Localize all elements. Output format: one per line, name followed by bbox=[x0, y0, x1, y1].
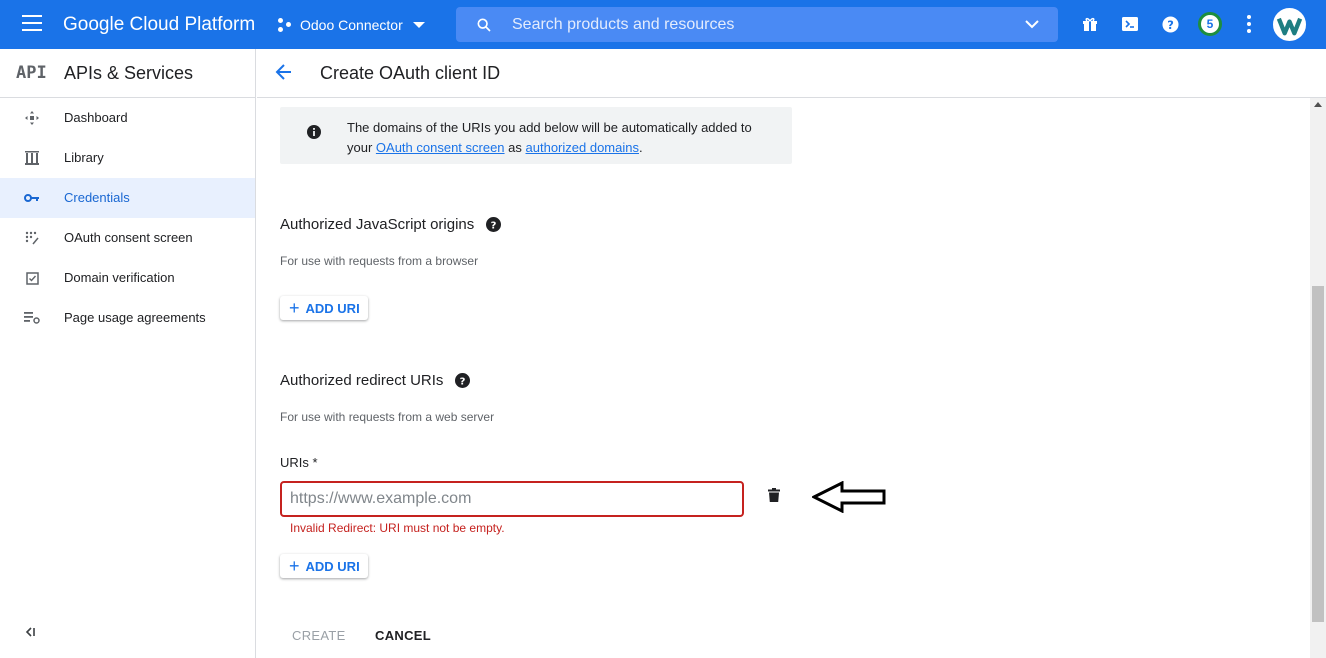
sidebar-title: APIs & Services bbox=[64, 63, 194, 83]
brand-title[interactable]: Google Cloud Platform bbox=[63, 14, 255, 36]
scrollbar-thumb[interactable] bbox=[1312, 286, 1324, 622]
sidebar: API APIs & Services Dashboard Library Cr… bbox=[0, 49, 256, 658]
project-dots-icon bbox=[278, 18, 292, 32]
library-icon bbox=[24, 150, 40, 166]
checkbox-icon bbox=[24, 270, 40, 286]
uri-error-message: Invalid Redirect: URI must not be empty. bbox=[290, 521, 505, 535]
sidebar-item-label: Library bbox=[64, 150, 104, 165]
sidebar-item-oauth-consent[interactable]: OAuth consent screen bbox=[0, 218, 255, 258]
svg-text:?: ? bbox=[491, 220, 497, 231]
collapse-sidebar-icon[interactable] bbox=[24, 625, 36, 640]
top-app-bar: Google Cloud Platform Odoo Connector ? 5 bbox=[0, 0, 1326, 49]
search-input[interactable] bbox=[512, 7, 1012, 42]
sidebar-item-label: Dashboard bbox=[64, 110, 128, 125]
sidebar-header: API APIs & Services bbox=[0, 49, 255, 98]
main-menu-icon[interactable] bbox=[22, 15, 42, 33]
chevron-down-icon[interactable] bbox=[1024, 18, 1040, 30]
uris-field-label: URIs * bbox=[280, 455, 318, 470]
help-icon[interactable]: ? bbox=[486, 217, 502, 232]
dashboard-icon bbox=[24, 110, 40, 126]
avatar[interactable] bbox=[1273, 8, 1306, 41]
sidebar-item-page-usage[interactable]: Page usage agreements bbox=[0, 298, 255, 338]
sidebar-nav: Dashboard Library Credentials OAuth cons… bbox=[0, 98, 255, 338]
cloud-shell-icon[interactable] bbox=[1119, 13, 1141, 35]
create-button[interactable]: CREATE bbox=[280, 622, 358, 649]
redirect-uris-title: Authorized redirect URIs ? bbox=[280, 372, 471, 389]
search-icon bbox=[477, 18, 491, 32]
add-redirect-uri-button[interactable]: + ADD URI bbox=[280, 554, 368, 578]
add-uri-label: ADD URI bbox=[305, 300, 360, 316]
js-origins-subtitle: For use with requests from a browser bbox=[280, 254, 479, 268]
js-origins-title: Authorized JavaScript origins ? bbox=[280, 216, 502, 233]
sidebar-item-label: Credentials bbox=[64, 190, 130, 205]
add-js-origin-button[interactable]: + ADD URI bbox=[280, 296, 368, 320]
help-icon[interactable]: ? bbox=[1159, 13, 1181, 35]
main-content: The domains of the URIs you add below wi… bbox=[257, 98, 1310, 658]
redirect-uris-title-text: Authorized redirect URIs bbox=[280, 372, 444, 389]
help-icon[interactable]: ? bbox=[455, 373, 471, 388]
plus-icon: + bbox=[289, 556, 300, 576]
sidebar-item-dashboard[interactable]: Dashboard bbox=[0, 98, 255, 138]
cancel-button[interactable]: CANCEL bbox=[363, 622, 443, 649]
scroll-up-icon[interactable] bbox=[1314, 102, 1322, 107]
project-selector[interactable]: Odoo Connector bbox=[278, 13, 425, 37]
consent-icon bbox=[24, 230, 40, 246]
redirect-uris-subtitle: For use with requests from a web server bbox=[280, 410, 495, 424]
page-header: Create OAuth client ID bbox=[257, 49, 1326, 98]
add-uri-label: ADD URI bbox=[305, 558, 360, 574]
sidebar-item-library[interactable]: Library bbox=[0, 138, 255, 178]
svg-text:?: ? bbox=[1167, 17, 1174, 31]
api-logo: API bbox=[16, 63, 47, 83]
info-text-part: as bbox=[504, 140, 526, 155]
delete-icon[interactable] bbox=[768, 488, 780, 502]
sidebar-item-label: Page usage agreements bbox=[64, 310, 206, 325]
notifications-badge[interactable]: 5 bbox=[1198, 12, 1222, 36]
info-text-part: . bbox=[638, 140, 643, 155]
authorized-domains-link[interactable]: authorized domains bbox=[526, 140, 639, 155]
info-text: The domains of the URIs you add below wi… bbox=[347, 118, 777, 158]
info-icon bbox=[307, 125, 321, 139]
project-name: Odoo Connector bbox=[300, 17, 403, 33]
sidebar-item-label: OAuth consent screen bbox=[64, 230, 193, 245]
page-title: Create OAuth client ID bbox=[320, 63, 501, 83]
scrollbar[interactable] bbox=[1310, 98, 1326, 658]
back-arrow-icon[interactable] bbox=[275, 63, 293, 81]
chevron-down-icon bbox=[412, 22, 425, 28]
sidebar-item-label: Domain verification bbox=[64, 270, 175, 285]
info-banner: The domains of the URIs you add below wi… bbox=[280, 107, 792, 164]
search-bar[interactable] bbox=[456, 7, 1058, 42]
annotation-arrow bbox=[812, 481, 886, 513]
sidebar-item-domain-verification[interactable]: Domain verification bbox=[0, 258, 255, 298]
redirect-uri-input[interactable] bbox=[280, 481, 744, 517]
svg-text:?: ? bbox=[460, 376, 466, 387]
sidebar-item-credentials[interactable]: Credentials bbox=[0, 178, 255, 218]
gift-icon[interactable] bbox=[1079, 13, 1101, 35]
plus-icon: + bbox=[289, 298, 300, 318]
oauth-consent-link[interactable]: OAuth consent screen bbox=[376, 140, 505, 155]
key-icon bbox=[24, 190, 40, 206]
js-origins-title-text: Authorized JavaScript origins bbox=[280, 216, 475, 233]
settings-list-icon bbox=[24, 310, 40, 326]
more-vert-icon[interactable] bbox=[1246, 15, 1252, 33]
